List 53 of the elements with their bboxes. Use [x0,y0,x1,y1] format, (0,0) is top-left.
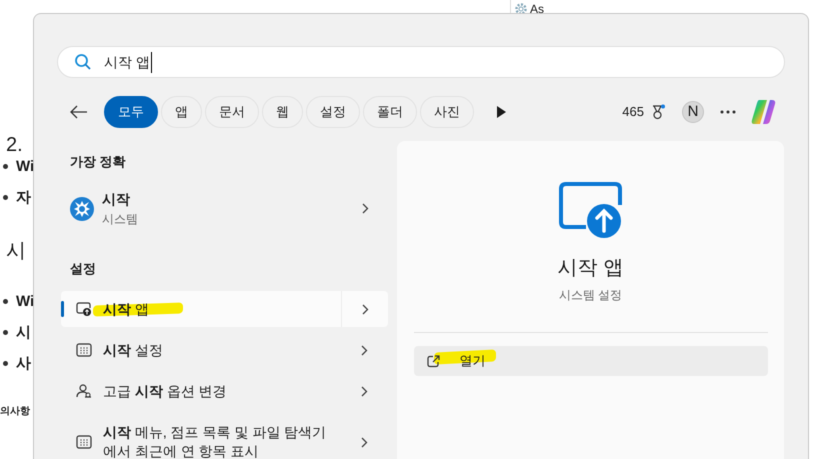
result-item[interactable]: 고급 시작 옵션 변경 [61,373,388,409]
app-icon [70,196,94,220]
bullet-text-fragment: Wi [16,157,34,177]
filter-tab[interactable]: 웹 [262,96,303,128]
person-settings-icon [76,384,92,398]
result-title: 시작 앱 [103,300,333,318]
play-icon[interactable] [496,106,506,118]
chevron-right-icon [361,436,368,448]
section-heading: 설정 [69,260,97,278]
filter-tab[interactable]: 앱 [161,96,202,128]
bullet-text-fragment: 시 [16,323,31,343]
window-arrow-icon [76,302,92,316]
bullet-text-fragment: Wi [16,292,34,312]
external-link-icon [426,354,440,368]
medal-icon[interactable] [650,104,666,120]
back-arrow-icon[interactable] [70,105,88,119]
result-subtitle: 시스템 [102,211,139,228]
heading-fragment: 2. [6,133,23,158]
filter-tab[interactable]: 사진 [420,96,474,128]
search-field[interactable]: 시작 앱 [57,46,785,78]
chevron-right-icon [362,203,369,214]
search-text: 시작 앱 [104,52,152,72]
best-match-result[interactable]: 시작 시스템 [61,180,388,236]
gear-icon [514,2,528,16]
avatar[interactable]: N [682,101,704,123]
corner-label: As [530,1,544,18]
result-title: 시작 [102,190,131,209]
result-item[interactable]: 시작 설정 [61,332,388,368]
more-icon[interactable] [720,110,736,114]
chevron-right-icon [361,344,368,356]
filter-tab[interactable]: 문서 [205,96,259,128]
result-title: 고급 시작 옵션 변경 [103,382,228,400]
result-title: 시작 메뉴, 점프 목록 및 파일 탐색기에서 최근에 연 항목 표시 [103,423,328,459]
points-count: 465 [622,103,644,122]
chevron-right-icon [362,304,368,314]
bullet-text-fragment: 사 [16,354,31,374]
filter-tab[interactable]: 모두 [104,96,158,128]
detail-subtitle: 시스템 설정 [558,287,622,304]
detail-title: 시작 앱 [558,256,624,281]
result-title: 시작 설정 [103,340,164,360]
result-item[interactable]: 시작 앱 [61,291,388,327]
chevron-right-icon [361,386,368,396]
filter-tab[interactable]: 폴더 [363,96,417,128]
window-grid-icon [76,435,92,449]
result-item[interactable]: 시작 메뉴, 점프 목록 및 파일 탐색기에서 최근에 연 항목 표시 [61,414,388,459]
start-apps-icon [558,181,624,239]
section-heading: 가장 정확 [69,153,127,171]
heading-fragment: 시 [6,239,26,264]
filter-tab[interactable]: 설정 [306,96,360,128]
bullet-text-fragment: 자 [16,188,31,208]
search-icon [74,53,92,71]
window-grid-icon [76,343,92,357]
text-fragment: 의사항 [0,405,30,419]
